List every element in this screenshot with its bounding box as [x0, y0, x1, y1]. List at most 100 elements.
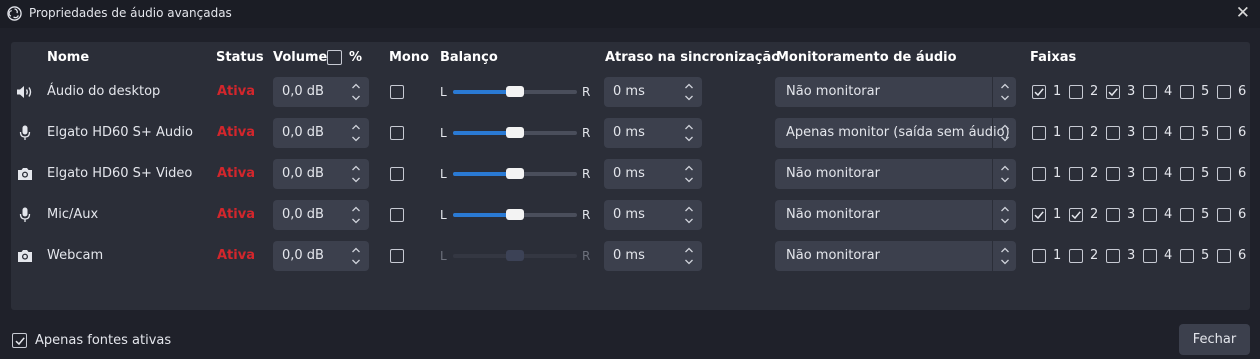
status-badge: Ativa	[217, 84, 255, 99]
track-2-checkbox[interactable]	[1069, 249, 1083, 263]
track-2-label: 2	[1090, 248, 1099, 263]
track-1-checkbox[interactable]	[1032, 126, 1046, 140]
sync-offset-spinbox[interactable]: 0 ms	[604, 200, 702, 230]
spin-arrows-icon[interactable]	[684, 205, 694, 225]
track-5-checkbox[interactable]	[1180, 208, 1194, 222]
source-name: Webcam	[47, 248, 104, 263]
volume-value: 0,0 dB	[282, 125, 324, 140]
track-5-checkbox[interactable]	[1180, 249, 1194, 263]
sync-offset-spinbox[interactable]: 0 ms	[604, 77, 702, 107]
monitoring-dropdown[interactable]: Não monitorar	[775, 77, 1016, 107]
mono-checkbox[interactable]	[390, 126, 404, 140]
balance-slider[interactable]	[453, 247, 577, 265]
dropdown-arrows-icon[interactable]	[1000, 123, 1010, 143]
spin-arrows-icon[interactable]	[351, 164, 361, 184]
monitoring-dropdown[interactable]: Apenas monitor (saída sem áudio)	[775, 118, 1016, 148]
speaker-icon	[16, 84, 34, 100]
track-4-checkbox[interactable]	[1143, 126, 1157, 140]
volume-spinbox[interactable]: 0,0 dB	[273, 118, 369, 148]
slider-thumb[interactable]	[506, 168, 524, 179]
track-1-label: 1	[1053, 207, 1062, 222]
volume-spinbox[interactable]: 0,0 dB	[273, 200, 369, 230]
track-1-checkbox[interactable]	[1032, 208, 1046, 222]
dropdown-arrows-icon[interactable]	[1000, 82, 1010, 102]
spin-arrows-icon[interactable]	[684, 123, 694, 143]
track-1-checkbox[interactable]	[1032, 85, 1046, 99]
track-3-checkbox[interactable]	[1106, 167, 1120, 181]
slider-thumb[interactable]	[506, 250, 524, 261]
track-3-checkbox[interactable]	[1106, 208, 1120, 222]
mono-checkbox[interactable]	[390, 85, 404, 99]
slider-thumb[interactable]	[506, 86, 524, 97]
track-2-label: 2	[1090, 84, 1099, 99]
spin-arrows-icon[interactable]	[684, 164, 694, 184]
track-4-checkbox[interactable]	[1143, 208, 1157, 222]
balance-right-label: R	[582, 85, 591, 99]
dropdown-arrows-icon[interactable]	[1000, 205, 1010, 225]
monitoring-dropdown[interactable]: Não monitorar	[775, 200, 1016, 230]
close-button[interactable]: Fechar	[1179, 324, 1250, 355]
monitoring-dropdown[interactable]: Não monitorar	[775, 241, 1016, 271]
track-4-checkbox[interactable]	[1143, 167, 1157, 181]
volume-spinbox[interactable]: 0,0 dB	[273, 159, 369, 189]
volume-spinbox[interactable]: 0,0 dB	[273, 77, 369, 107]
dropdown-arrows-icon[interactable]	[1000, 164, 1010, 184]
track-1-checkbox[interactable]	[1032, 249, 1046, 263]
track-6-checkbox[interactable]	[1217, 167, 1231, 181]
track-6-checkbox[interactable]	[1217, 85, 1231, 99]
track-1-label: 1	[1053, 125, 1062, 140]
close-icon[interactable]: ✕	[1236, 3, 1250, 23]
dropdown-arrows-icon[interactable]	[1000, 246, 1010, 266]
volume-value: 0,0 dB	[282, 248, 324, 263]
spin-arrows-icon[interactable]	[684, 82, 694, 102]
track-2-checkbox[interactable]	[1069, 167, 1083, 181]
balance-slider[interactable]	[453, 206, 577, 224]
balance-right-label: R	[582, 126, 591, 140]
balance-slider[interactable]	[453, 165, 577, 183]
only-active-checkbox[interactable]	[12, 333, 27, 348]
track-6-checkbox[interactable]	[1217, 249, 1231, 263]
spin-arrows-icon[interactable]	[351, 82, 361, 102]
source-name: Elgato HD60 S+ Video	[47, 166, 193, 181]
monitoring-value: Não monitorar	[786, 84, 880, 99]
balance-left-label: L	[440, 126, 447, 140]
track-4-checkbox[interactable]	[1143, 249, 1157, 263]
track-3-checkbox[interactable]	[1106, 85, 1120, 99]
track-2-checkbox[interactable]	[1069, 126, 1083, 140]
slider-thumb[interactable]	[506, 209, 524, 220]
balance-slider[interactable]	[453, 124, 577, 142]
balance-slider[interactable]	[453, 83, 577, 101]
monitoring-dropdown[interactable]: Não monitorar	[775, 159, 1016, 189]
spin-arrows-icon[interactable]	[351, 205, 361, 225]
track-6-checkbox[interactable]	[1217, 208, 1231, 222]
mono-checkbox[interactable]	[390, 208, 404, 222]
sync-offset-spinbox[interactable]: 0 ms	[604, 118, 702, 148]
balance-left-label: L	[440, 85, 447, 99]
track-5-checkbox[interactable]	[1180, 126, 1194, 140]
track-4-checkbox[interactable]	[1143, 85, 1157, 99]
track-6-checkbox[interactable]	[1217, 126, 1231, 140]
volume-percent-checkbox[interactable]	[327, 50, 342, 65]
sync-offset-spinbox[interactable]: 0 ms	[604, 241, 702, 271]
header-monitoramento: Monitoramento de áudio	[776, 50, 957, 65]
sync-offset-value: 0 ms	[613, 248, 645, 263]
track-2-checkbox[interactable]	[1069, 208, 1083, 222]
track-5-checkbox[interactable]	[1180, 167, 1194, 181]
mono-checkbox[interactable]	[390, 167, 404, 181]
track-5-checkbox[interactable]	[1180, 85, 1194, 99]
track-3-checkbox[interactable]	[1106, 249, 1120, 263]
track-3-checkbox[interactable]	[1106, 126, 1120, 140]
microphone-icon	[16, 125, 34, 141]
spin-arrows-icon[interactable]	[684, 246, 694, 266]
track-1-checkbox[interactable]	[1032, 167, 1046, 181]
track-6-label: 6	[1238, 125, 1247, 140]
track-2-checkbox[interactable]	[1069, 85, 1083, 99]
mono-checkbox[interactable]	[390, 249, 404, 263]
slider-thumb[interactable]	[506, 127, 524, 138]
spin-arrows-icon[interactable]	[351, 246, 361, 266]
volume-spinbox[interactable]: 0,0 dB	[273, 241, 369, 271]
spin-arrows-icon[interactable]	[351, 123, 361, 143]
header-faixas: Faixas	[1030, 50, 1077, 65]
track-4-label: 4	[1164, 207, 1173, 222]
sync-offset-spinbox[interactable]: 0 ms	[604, 159, 702, 189]
